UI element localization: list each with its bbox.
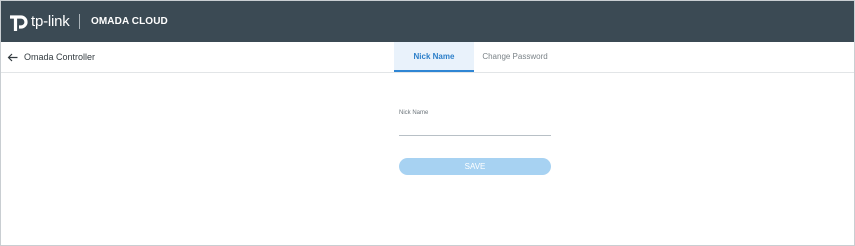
back-link[interactable]: Omada Controller	[7, 51, 95, 64]
tab-change-password[interactable]: Change Password	[474, 42, 556, 72]
page-frame: tp-link OMADA CLOUD Omada Controller Nic…	[0, 0, 855, 246]
product-name: OMADA CLOUD	[91, 16, 168, 27]
header-divider	[79, 14, 80, 29]
nick-name-label: Nick Name	[399, 110, 429, 116]
brand-name: tp-link	[31, 13, 70, 30]
tp-link-logo-icon	[8, 12, 28, 32]
top-navigation-bar: tp-link OMADA CLOUD	[1, 1, 854, 42]
nick-name-input[interactable]	[399, 123, 551, 136]
tab-nick-name[interactable]: Nick Name	[394, 42, 474, 72]
brand-logo[interactable]: tp-link	[8, 12, 70, 32]
back-link-label: Omada Controller	[24, 52, 96, 62]
arrow-left-icon	[7, 49, 18, 67]
save-button[interactable]: SAVE	[399, 158, 551, 175]
nick-name-form: Nick Name	[399, 109, 551, 136]
sub-navigation-bar: Omada Controller Nick Name Change Passwo…	[1, 42, 854, 73]
